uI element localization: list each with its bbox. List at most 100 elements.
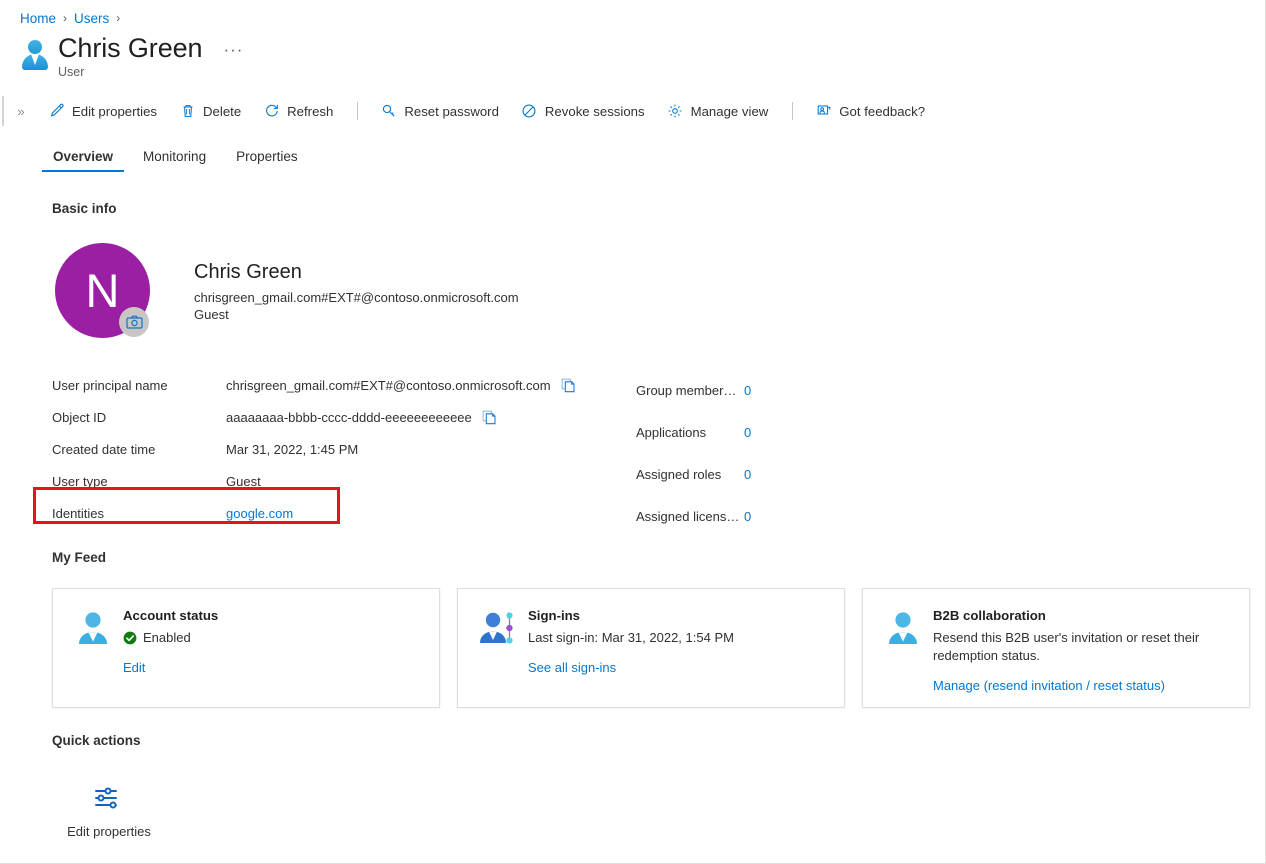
account-status-text: Enabled: [143, 630, 191, 645]
quick-action-edit-properties[interactable]: Edit properties: [60, 775, 158, 845]
toolbar-divider: [792, 102, 794, 120]
property-label: Assigned licens…: [636, 508, 740, 524]
profile-name: Chris Green: [194, 261, 302, 283]
see-all-sign-ins-link[interactable]: See all sign-ins: [528, 660, 616, 675]
property-list-left: User principal name chrisgreen_gmail.com…: [52, 369, 612, 529]
card-b2b-collaboration: B2B collaboration Resend this B2B user's…: [862, 588, 1250, 708]
b2b-user-icon: [883, 609, 929, 649]
pencil-icon: [48, 103, 65, 120]
section-title-basic-info: Basic info: [52, 201, 117, 216]
refresh-icon: [263, 103, 280, 120]
revoke-sessions-label: Revoke sessions: [544, 103, 645, 119]
property-label: User principal name: [52, 377, 168, 393]
page-subtitle: User: [58, 65, 85, 79]
property-row-user-type: User type Guest: [52, 465, 612, 497]
signin-activity-icon: [478, 609, 524, 649]
section-title-my-feed: My Feed: [52, 550, 107, 565]
group-memberships-count[interactable]: 0: [744, 383, 751, 398]
feed-card-list: Account status Enabled Edit Sign-ins Las…: [52, 588, 1257, 708]
property-list-right: Group member… 0 Applications 0 Assigned …: [636, 369, 896, 537]
breadcrumb-separator: ›: [63, 11, 68, 25]
breadcrumb-item-users[interactable]: Users: [74, 11, 109, 26]
property-label: Assigned roles: [636, 466, 722, 482]
got-feedback-label: Got feedback?: [839, 103, 926, 119]
tab-properties[interactable]: Properties: [225, 149, 309, 172]
property-row-assigned-licenses: Assigned licens… 0: [636, 495, 896, 537]
last-sign-in-text: Last sign-in: Mar 31, 2022, 1:54 PM: [528, 630, 734, 645]
camera-icon[interactable]: [119, 307, 149, 337]
block-icon: [521, 103, 538, 120]
property-label: Applications: [636, 424, 707, 440]
property-value: Guest: [226, 473, 261, 489]
property-label: User type: [52, 473, 108, 489]
edit-properties-label: Edit properties: [72, 103, 158, 119]
property-row-object-id: Object ID aaaaaaaa-bbbb-cccc-dddd-eeeeee…: [52, 401, 612, 433]
refresh-label: Refresh: [287, 103, 334, 119]
azure-portal-user-blade: Home › Users › Chris Green ··· User » Ed…: [0, 0, 1266, 864]
breadcrumb: Home › Users ›: [20, 9, 127, 27]
feedback-icon: [815, 103, 832, 120]
property-label: Object ID: [52, 409, 107, 425]
breadcrumb-item-home[interactable]: Home: [20, 11, 56, 26]
card-title: B2B collaboration: [933, 608, 1046, 623]
refresh-button[interactable]: Refresh: [253, 97, 343, 125]
section-title-quick-actions: Quick actions: [52, 733, 141, 748]
profile-user-type: Guest: [194, 307, 229, 322]
delete-label: Delete: [203, 103, 242, 119]
delete-button[interactable]: Delete: [169, 97, 251, 125]
expand-panel-button[interactable]: »: [2, 96, 38, 126]
property-row-applications: Applications 0: [636, 411, 896, 453]
property-value: Mar 31, 2022, 1:45 PM: [226, 441, 359, 457]
key-icon: [380, 103, 397, 120]
check-circle-icon: [123, 631, 137, 645]
property-value: aaaaaaaa-bbbb-cccc-dddd-eeeeeeeeeeee: [226, 409, 472, 425]
got-feedback-button[interactable]: Got feedback?: [805, 97, 935, 125]
tab-monitoring[interactable]: Monitoring: [132, 149, 217, 172]
profile-block: N Chris Green chrisgreen_gmail.com#EXT#@…: [55, 243, 519, 338]
assigned-licenses-count[interactable]: 0: [744, 509, 751, 524]
tab-overview[interactable]: Overview: [42, 149, 125, 172]
quick-action-label: Edit properties: [67, 824, 151, 839]
reset-password-button[interactable]: Reset password: [370, 97, 509, 125]
page-title: Chris Green: [58, 33, 203, 63]
manage-view-button[interactable]: Manage view: [657, 97, 779, 125]
property-row-identities: Identities google.com: [52, 497, 612, 529]
toolbar-divider: [357, 102, 359, 120]
copy-icon[interactable]: [561, 378, 576, 393]
property-row-assigned-roles: Assigned roles 0: [636, 453, 896, 495]
property-value: chrisgreen_gmail.com#EXT#@contoso.onmicr…: [226, 377, 551, 393]
command-bar: » Edit properties Delete Refresh Reset p…: [0, 96, 1265, 126]
identities-link[interactable]: google.com: [226, 506, 293, 521]
edit-properties-button[interactable]: Edit properties: [38, 97, 167, 125]
trash-icon: [179, 103, 196, 120]
manage-view-label: Manage view: [690, 103, 769, 119]
revoke-sessions-button[interactable]: Revoke sessions: [511, 97, 655, 125]
reset-password-label: Reset password: [404, 103, 499, 119]
card-sign-ins: Sign-ins Last sign-in: Mar 31, 2022, 1:5…: [457, 588, 845, 708]
gear-icon: [667, 103, 684, 120]
applications-count[interactable]: 0: [744, 425, 751, 440]
breadcrumb-separator: ›: [116, 11, 121, 25]
card-title: Account status: [123, 608, 219, 623]
property-label: Created date time: [52, 441, 156, 457]
property-row-group-memberships: Group member… 0: [636, 369, 896, 411]
edit-account-status-link[interactable]: Edit: [123, 660, 145, 675]
assigned-roles-count[interactable]: 0: [744, 467, 751, 482]
status-badge: Enabled: [123, 629, 423, 647]
quick-actions-list: Edit properties: [60, 775, 158, 845]
tab-list: Overview Monitoring Properties: [42, 140, 317, 172]
manage-b2b-link[interactable]: Manage (resend invitation / reset status…: [933, 678, 1165, 693]
property-label: Group member…: [636, 382, 737, 398]
user-status-icon: [73, 609, 119, 649]
property-row-upn: User principal name chrisgreen_gmail.com…: [52, 369, 612, 401]
card-title: Sign-ins: [528, 608, 581, 623]
profile-upn: chrisgreen_gmail.com#EXT#@contoso.onmicr…: [194, 290, 519, 305]
b2b-description: Resend this B2B user's invitation or res…: [933, 630, 1200, 663]
avatar: N: [55, 243, 150, 338]
page-header: Chris Green ··· User: [20, 32, 247, 79]
sliders-icon: [93, 781, 125, 815]
user-icon: [20, 38, 50, 72]
copy-icon[interactable]: [482, 410, 497, 425]
more-options-button[interactable]: ···: [219, 39, 247, 60]
property-label: Identities: [52, 505, 105, 521]
